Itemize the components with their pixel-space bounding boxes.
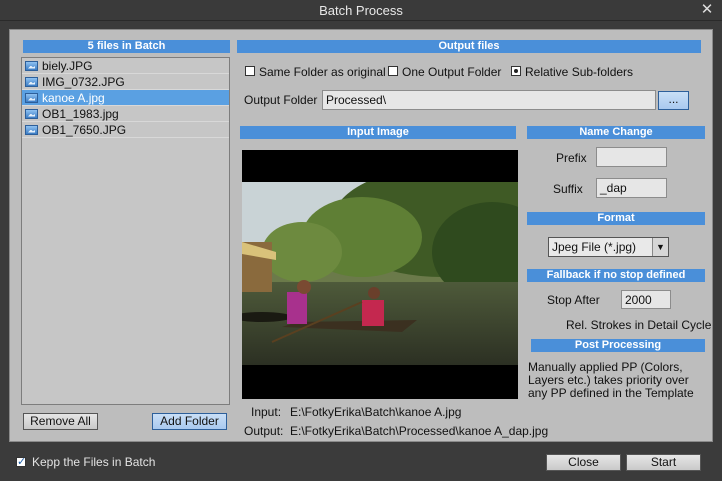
file-list-item[interactable]: kanoe A.jpg — [22, 90, 229, 106]
prefix-input[interactable] — [596, 147, 667, 167]
file-list[interactable]: biely.JPG IMG_0732.JPG kanoe A.jpg OB1_1983… — [21, 57, 230, 405]
file-name: kanoe A.jpg — [42, 90, 105, 105]
suffix-label: Suffix — [553, 182, 583, 196]
relative-subfolders-radio[interactable] — [511, 66, 521, 76]
output-folder-input[interactable]: Processed\ — [322, 90, 656, 110]
post-processing-header: Post Processing — [531, 339, 705, 352]
batch-header: 5 files in Batch — [23, 40, 230, 53]
output-path-label: Output: — [244, 424, 284, 438]
format-select-value: Jpeg File (*.jpg) — [552, 240, 637, 254]
window-title: Batch Process — [319, 3, 403, 18]
stop-after-input[interactable]: 2000 — [621, 290, 671, 309]
input-path-value: E:\FotkyErika\Batch\kanoe A.jpg — [290, 405, 462, 419]
close-icon[interactable]: ✕ — [700, 2, 714, 18]
image-file-icon — [25, 108, 38, 119]
keep-files-label: Kepp the Files in Batch — [32, 455, 156, 469]
relative-subfolders-label: Relative Sub-folders — [525, 65, 634, 79]
browse-button[interactable]: ... — [658, 91, 689, 110]
format-select[interactable]: Jpeg File (*.jpg) ▼ — [548, 237, 669, 257]
title-bar: Batch Process ✕ — [0, 0, 722, 21]
checkmark-icon: ✓ — [17, 456, 27, 468]
post-processing-text: Manually applied PP (Colors, Layers etc.… — [528, 360, 694, 400]
file-name: IMG_0732.JPG — [42, 74, 125, 89]
output-folder-label: Output Folder — [244, 93, 318, 107]
chevron-down-icon[interactable]: ▼ — [652, 238, 668, 256]
file-name: OB1_7650.JPG — [42, 122, 127, 137]
close-button[interactable]: Close — [546, 454, 621, 471]
one-folder-label: One Output Folder — [402, 65, 502, 79]
keep-files-checkbox[interactable]: ✓ — [16, 456, 27, 468]
output-path-value: E:\FotkyErika\Batch\Processed\kanoe A_da… — [290, 424, 549, 438]
image-file-icon — [25, 92, 38, 103]
file-list-item[interactable]: OB1_7650.JPG — [22, 122, 229, 138]
add-folder-button[interactable]: Add Folder — [152, 413, 227, 430]
suffix-input[interactable]: _dap — [596, 178, 667, 198]
input-image-header: Input Image — [240, 126, 516, 139]
image-file-icon — [25, 124, 38, 135]
file-list-item[interactable]: OB1_1983.jpg — [22, 106, 229, 122]
start-button[interactable]: Start — [626, 454, 701, 471]
image-file-icon — [25, 60, 38, 71]
fallback-header: Fallback if no stop defined — [527, 269, 705, 282]
output-files-header: Output files — [237, 40, 701, 53]
remove-all-button[interactable]: Remove All — [23, 413, 98, 430]
prefix-label: Prefix — [556, 151, 587, 165]
file-list-item[interactable]: biely.JPG — [22, 58, 229, 74]
stop-after-label: Stop After — [547, 293, 600, 307]
same-folder-checkbox[interactable] — [245, 66, 255, 76]
same-folder-label: Same Folder as original — [259, 65, 386, 79]
input-path-label: Input: — [251, 405, 282, 419]
image-file-icon — [25, 76, 38, 87]
image-preview — [242, 150, 518, 399]
one-folder-checkbox[interactable] — [388, 66, 398, 76]
rel-strokes-label: Rel. Strokes in Detail Cycle — [566, 318, 712, 332]
file-list-item[interactable]: IMG_0732.JPG — [22, 74, 229, 90]
preview-photo — [242, 182, 518, 365]
name-change-header: Name Change — [527, 126, 705, 139]
file-name: biely.JPG — [42, 58, 93, 73]
format-header: Format — [527, 212, 705, 225]
file-name: OB1_1983.jpg — [42, 106, 119, 121]
